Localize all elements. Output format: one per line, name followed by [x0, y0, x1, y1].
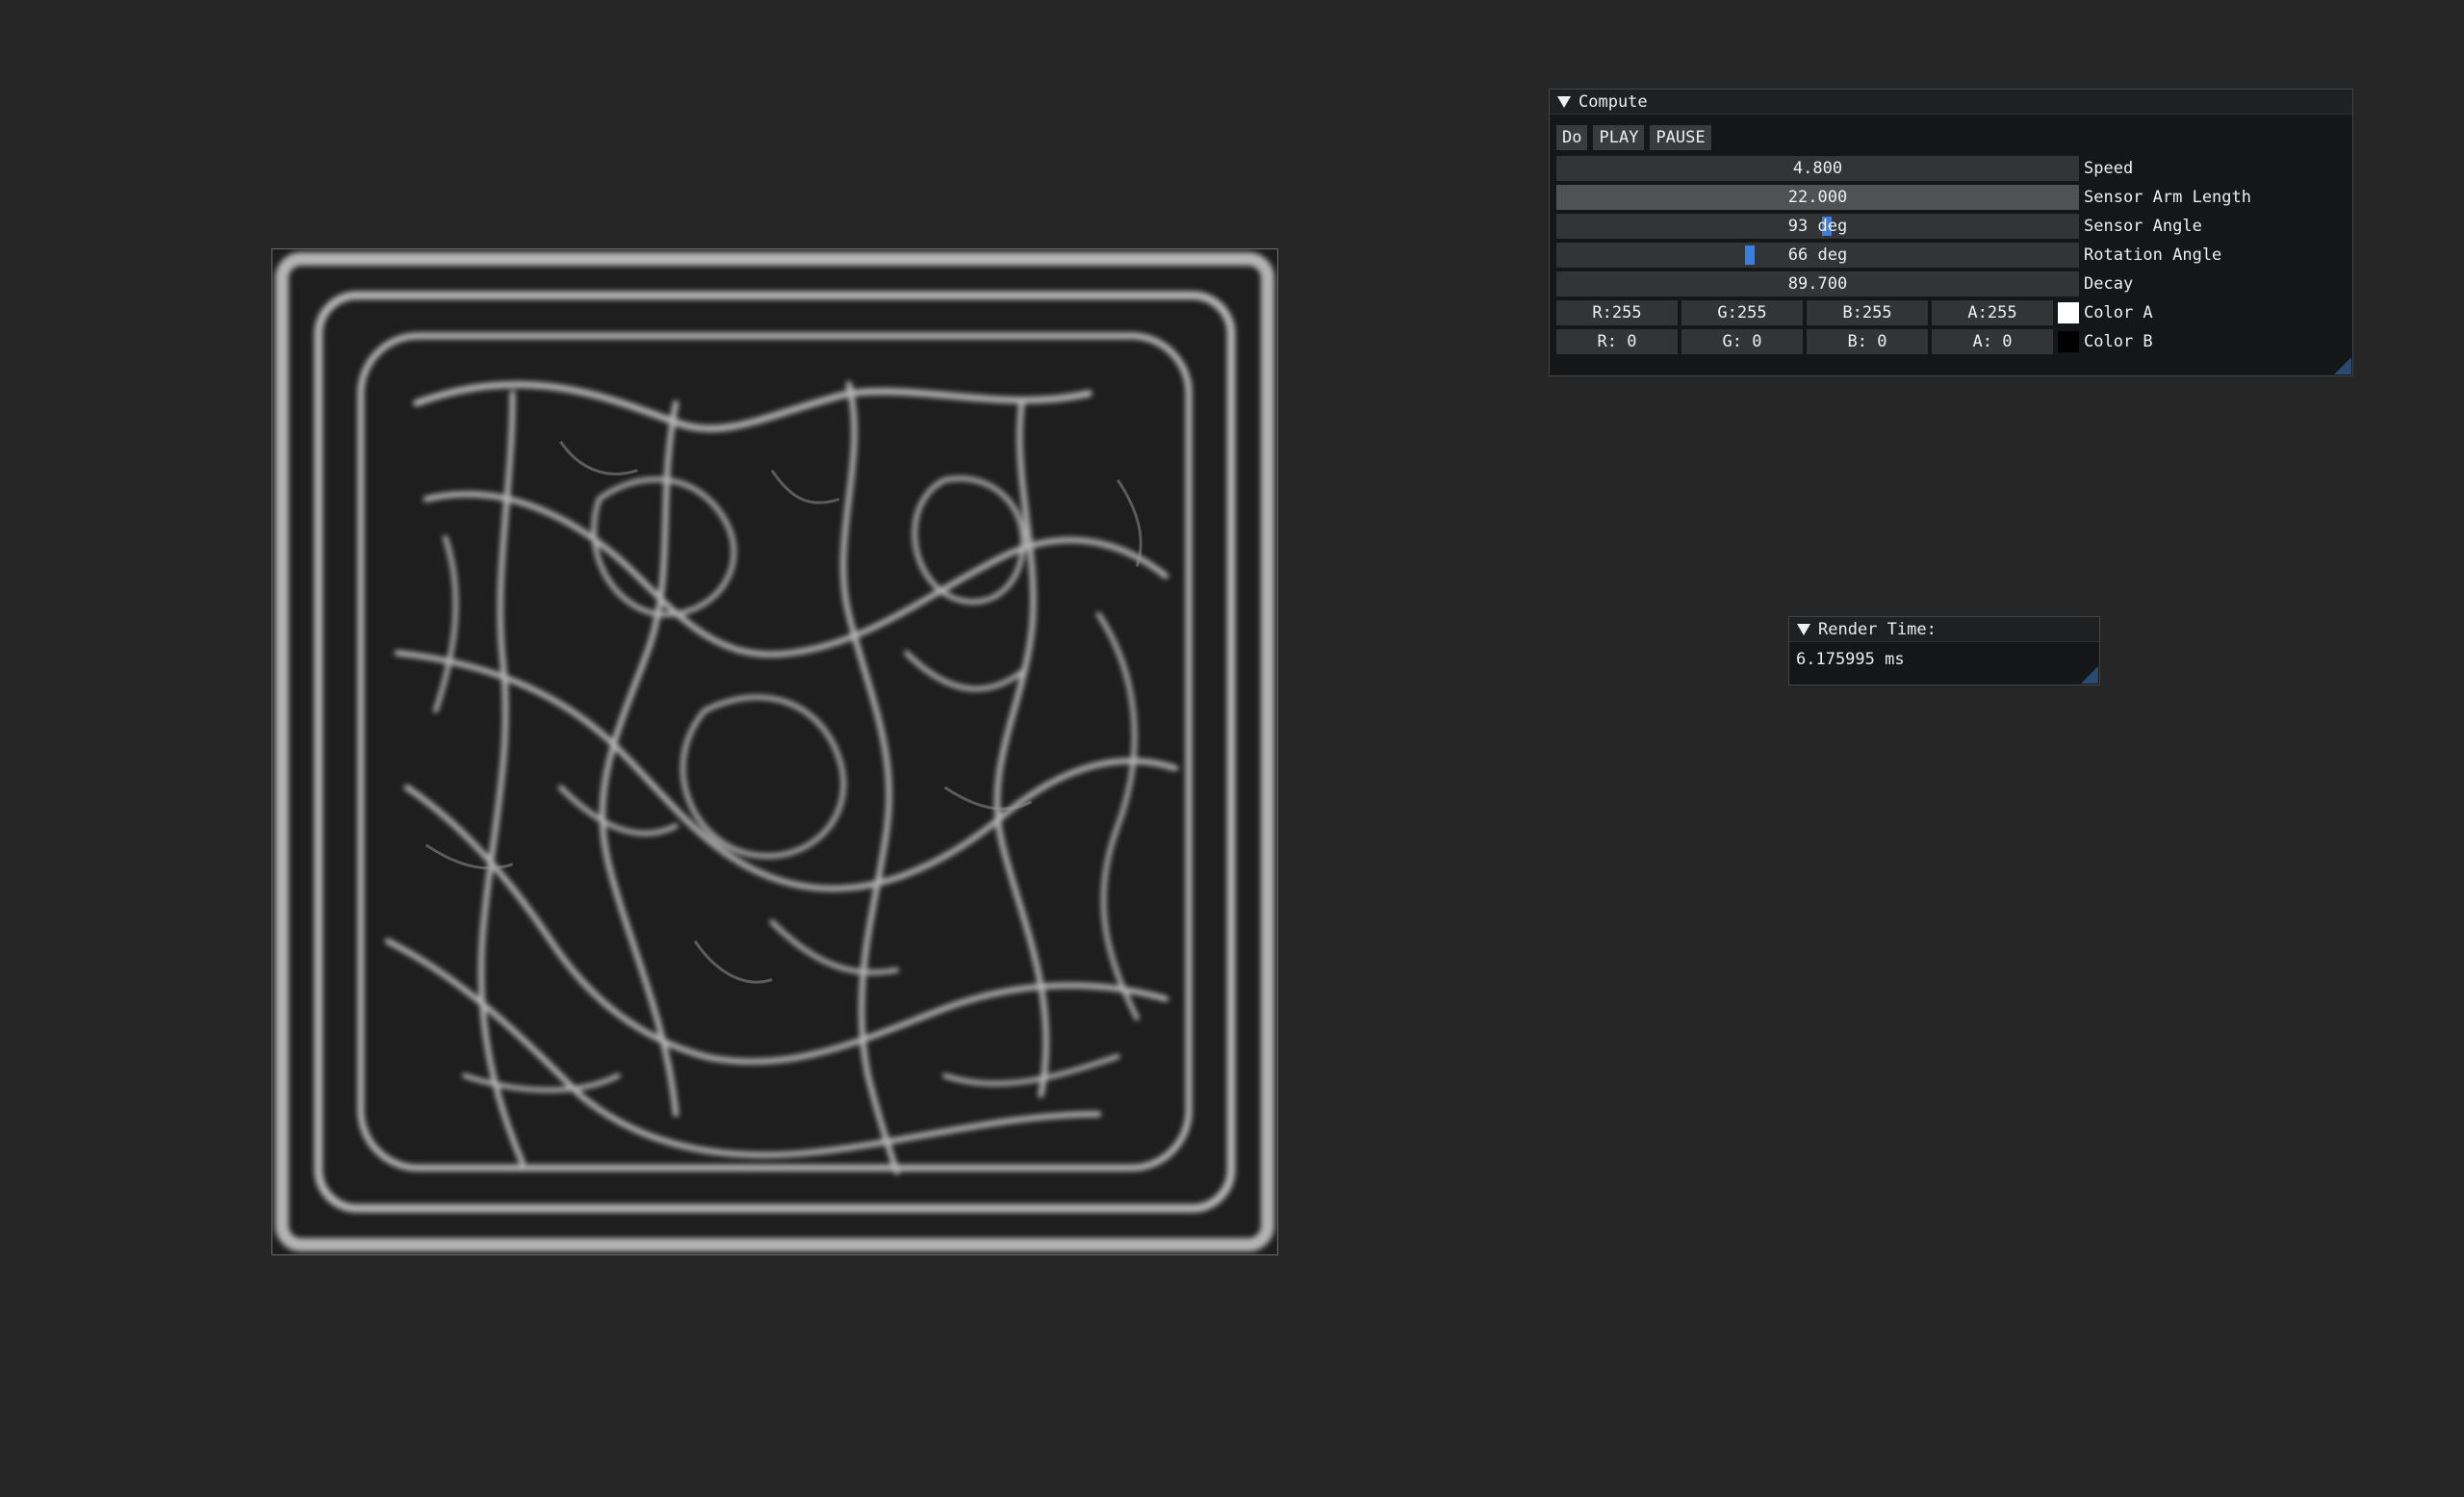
- sensor-angle-value: 93 deg: [1787, 217, 1848, 236]
- speed-row: 4.800 Speed: [1556, 156, 2346, 181]
- rotation-angle-slider[interactable]: 66 deg: [1556, 243, 2079, 268]
- color-a-row: R:255 G:255 B:255 A:255 Color A: [1556, 300, 2346, 325]
- color-b-swatch[interactable]: [2058, 331, 2079, 352]
- color-a-r-field[interactable]: R:255: [1556, 300, 1678, 325]
- compute-window[interactable]: Compute Do PLAY PAUSE 4.800 Speed 22.000…: [1549, 89, 2353, 376]
- decay-row: 89.700 Decay: [1556, 271, 2346, 297]
- rotation-angle-label: Rotation Angle: [2084, 245, 2222, 265]
- simulation-viewport: [271, 248, 1278, 1255]
- speed-label: Speed: [2084, 159, 2134, 178]
- sensor-arm-length-label: Sensor Arm Length: [2084, 188, 2251, 207]
- decay-label: Decay: [2084, 274, 2134, 294]
- compute-title: Compute: [1578, 91, 1648, 112]
- collapse-arrow-icon[interactable]: [1557, 95, 1571, 108]
- do-button[interactable]: Do: [1556, 125, 1588, 150]
- color-a-label: Color A: [2084, 303, 2153, 323]
- color-b-row: R: 0 G: 0 B: 0 A: 0 Color B: [1556, 329, 2346, 354]
- sensor-arm-length-row: 22.000 Sensor Arm Length: [1556, 185, 2346, 210]
- rotation-angle-value: 66 deg: [1787, 245, 1848, 265]
- sensor-angle-label: Sensor Angle: [2084, 217, 2202, 236]
- render-time-resize-grip[interactable]: [2081, 666, 2098, 684]
- color-b-r-field[interactable]: R: 0: [1556, 329, 1678, 354]
- rotation-angle-row: 66 deg Rotation Angle: [1556, 243, 2346, 268]
- compute-resize-grip[interactable]: [2334, 357, 2351, 374]
- render-time-value: 6.175995 ms: [1796, 650, 1905, 669]
- speed-value: 4.800: [1792, 159, 1843, 178]
- color-b-a-field[interactable]: A: 0: [1932, 329, 2053, 354]
- pause-button[interactable]: PAUSE: [1650, 125, 1711, 150]
- slime-trail-texture: [272, 249, 1277, 1254]
- render-time-title: Render Time:: [1818, 619, 1937, 639]
- decay-value: 89.700: [1787, 274, 1848, 294]
- color-a-swatch[interactable]: [2058, 302, 2079, 323]
- sensor-arm-length-value: 22.000: [1787, 188, 1848, 207]
- collapse-arrow-icon[interactable]: [1797, 623, 1810, 635]
- rotation-angle-grab[interactable]: [1745, 245, 1755, 265]
- render-time-title-bar[interactable]: Render Time:: [1789, 617, 2099, 642]
- compute-title-bar[interactable]: Compute: [1550, 90, 2352, 115]
- sensor-angle-row: 93 deg Sensor Angle: [1556, 214, 2346, 239]
- speed-slider[interactable]: 4.800: [1556, 156, 2079, 181]
- color-a-g-field[interactable]: G:255: [1681, 300, 1803, 325]
- decay-slider[interactable]: 89.700: [1556, 271, 2079, 297]
- sensor-arm-length-slider[interactable]: 22.000: [1556, 185, 2079, 210]
- color-b-b-field[interactable]: B: 0: [1807, 329, 1928, 354]
- sensor-angle-slider[interactable]: 93 deg: [1556, 214, 2079, 239]
- play-button[interactable]: PLAY: [1593, 125, 1645, 150]
- color-a-a-field[interactable]: A:255: [1932, 300, 2053, 325]
- color-b-label: Color B: [2084, 332, 2153, 351]
- color-b-g-field[interactable]: G: 0: [1681, 329, 1803, 354]
- color-a-b-field[interactable]: B:255: [1807, 300, 1928, 325]
- render-time-window[interactable]: Render Time: 6.175995 ms: [1788, 616, 2100, 685]
